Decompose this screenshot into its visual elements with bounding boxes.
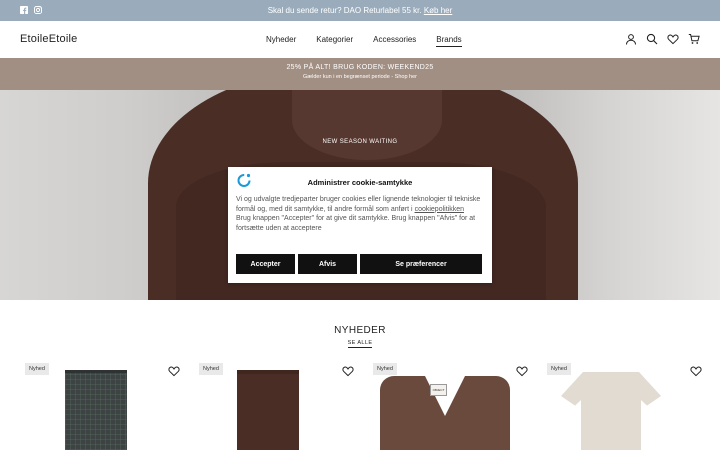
announcement-bar: Skal du sende retur? DAO Returlabel 55 k… [0, 0, 720, 21]
search-icon[interactable] [646, 33, 658, 45]
product-image-waistband [237, 370, 299, 374]
announcement-text: Skal du sende retur? DAO Returlabel 55 k… [267, 6, 424, 15]
main-nav: Nyheder Kategorier Accessories Brands [266, 35, 462, 47]
section-title: NYHEDER [334, 325, 386, 336]
heart-icon[interactable] [667, 33, 679, 45]
new-badge: Nyhed [25, 363, 49, 375]
product-image-tshirt [561, 372, 661, 450]
wishlist-heart-icon[interactable] [516, 365, 528, 377]
new-badge: Nyhed [373, 363, 397, 375]
product-card[interactable]: OBJECT Nyhed [373, 362, 528, 450]
wishlist-heart-icon[interactable] [168, 365, 180, 377]
see-all-wrap: SE ALLE [0, 340, 720, 348]
accept-button[interactable]: Accepter [236, 254, 295, 274]
product-image[interactable] [547, 362, 702, 450]
product-image-waistband [65, 370, 127, 373]
cookie-modal-title: Administrer cookie-samtykke [307, 178, 413, 187]
promo-banner[interactable]: 25% PÅ ALT! BRUG KODEN: WEEKEND25 Gælder… [0, 58, 720, 90]
announcement-message: Skal du sende retur? DAO Returlabel 55 k… [0, 6, 720, 15]
site-header: EtoileEtoile Nyheder Kategorier Accessor… [0, 21, 720, 58]
preferences-button[interactable]: Se præferencer [360, 254, 482, 274]
see-all-link[interactable]: SE ALLE [347, 340, 373, 348]
hero-kicker: NEW SEASON WAITING [322, 139, 398, 145]
cart-icon[interactable] [688, 33, 700, 45]
product-image-trousers [65, 370, 127, 450]
new-badge: Nyhed [199, 363, 223, 375]
wishlist-heart-icon[interactable] [690, 365, 702, 377]
reject-button[interactable]: Afvis [298, 254, 357, 274]
nav-item-nyheder[interactable]: Nyheder [266, 35, 296, 47]
product-image[interactable]: OBJECT [373, 362, 528, 450]
announcement-link[interactable]: Køb her [424, 6, 452, 15]
product-image[interactable] [199, 362, 354, 450]
cookie-policy-link[interactable]: cookiepolitikken [415, 206, 464, 213]
promo-subtitle: Gælder kun i en begrænset periode - Shop… [302, 74, 418, 80]
promo-title: 25% PÅ ALT! BRUG KODEN: WEEKEND25 [286, 64, 434, 71]
cookie-body-text-2: Brug knappen "Accepter" for at give dit … [236, 215, 476, 232]
header-icons [625, 33, 700, 45]
account-icon[interactable] [625, 33, 637, 45]
new-badge: Nyhed [547, 363, 571, 375]
store-logo[interactable]: EtoileEtoile [20, 33, 77, 45]
cookie-consent-modal: Administrer cookie-samtykke Vi og udvalg… [228, 167, 492, 283]
cookie-modal-buttons: Accepter Afvis Se præferencer [236, 254, 482, 274]
product-card[interactable]: Nyhed [199, 362, 354, 450]
wishlist-heart-icon[interactable] [342, 365, 354, 377]
cookie-modal-body: Vi og udvalgte tredjeparter bruger cooki… [236, 195, 484, 233]
product-card[interactable]: Nyhed [547, 362, 702, 450]
nav-item-accessories[interactable]: Accessories [373, 35, 416, 47]
nav-item-brands[interactable]: Brands [436, 35, 462, 47]
product-brand-label: OBJECT [430, 384, 447, 396]
product-image-trousers [237, 370, 299, 450]
product-card[interactable]: Nyhed [25, 362, 180, 450]
nav-item-kategorier[interactable]: Kategorier [316, 35, 353, 47]
product-image[interactable] [25, 362, 180, 450]
